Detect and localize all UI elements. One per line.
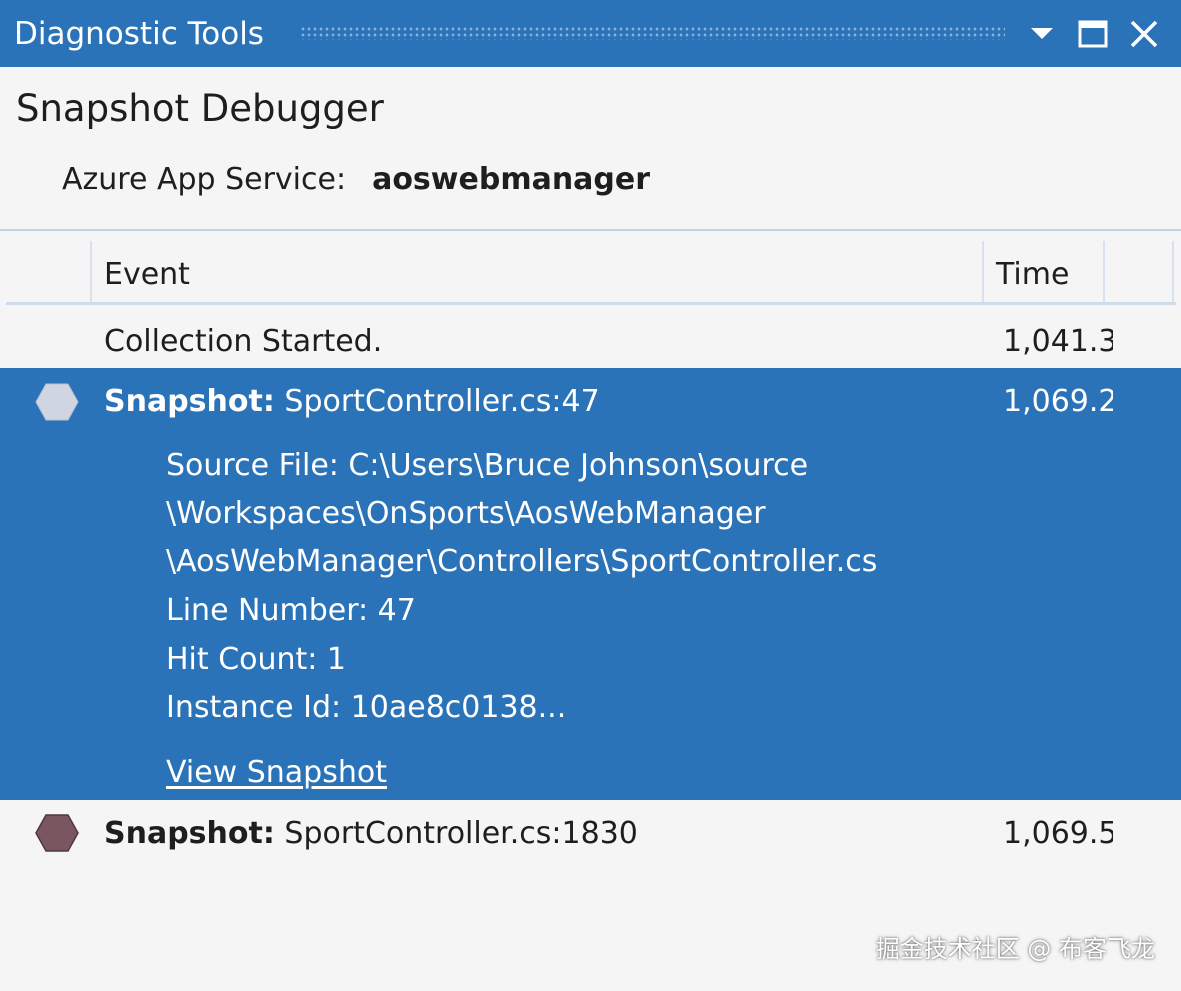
window-maximize-button[interactable] (1073, 12, 1113, 56)
column-header-event[interactable]: Event (104, 255, 190, 295)
detail-source-file: Source File: C:\Users\Bruce Johnson\sour… (166, 448, 809, 483)
column-header-time[interactable]: Time (996, 255, 1069, 295)
column-separator (1172, 241, 1174, 305)
event-text: Snapshot: SportController.cs:1830 (104, 812, 638, 856)
watermark: 掘金技术社区 @ 布客飞龙 (875, 935, 1155, 963)
titlebar-grip[interactable] (300, 26, 1005, 40)
detail-source-file-cont: \AosWebManager\Controllers\SportControll… (166, 544, 878, 579)
event-text: Collection Started. (104, 324, 383, 359)
panel-heading: Snapshot Debugger (16, 87, 384, 130)
snapshot-hexagon-icon (35, 814, 79, 852)
detail-line-number: Line Number: 47 (166, 593, 416, 628)
detail-hit-count: Hit Count: 1 (166, 642, 347, 677)
event-time: 1,069.2 (1003, 384, 1113, 419)
window-title: Diagnostic Tools (14, 16, 264, 52)
event-row-snapshot-selected[interactable]: Snapshot: SportController.cs:47 1,069.2 … (0, 368, 1181, 800)
column-separator[interactable] (1103, 241, 1105, 305)
column-separator[interactable] (982, 241, 984, 305)
event-row-snapshot[interactable]: Snapshot: SportController.cs:1830 1,069.… (0, 810, 1181, 860)
detail-instance-id: Instance Id: 10ae8c0138... (166, 690, 567, 725)
service-info: Azure App Service: aoswebmanager (62, 158, 650, 202)
window-close-button[interactable] (1124, 12, 1164, 56)
event-text: Snapshot: SportController.cs:47 (104, 380, 600, 424)
snapshot-hexagon-icon (35, 383, 79, 421)
chevron-down-icon (1031, 28, 1053, 39)
event-row-collection-started[interactable]: Collection Started. 1,041.3 (0, 318, 1181, 368)
section-divider (0, 229, 1181, 231)
service-label: Azure App Service: (62, 162, 347, 197)
view-snapshot-link[interactable]: View Snapshot (166, 751, 387, 795)
header-bottom-border (6, 302, 1176, 305)
event-time: 1,069.5 (1003, 816, 1113, 851)
maximize-icon (1078, 20, 1108, 48)
grid-header: Event Time (0, 241, 1181, 305)
event-kind-label: Snapshot: (104, 816, 275, 851)
service-name: aoswebmanager (372, 162, 651, 197)
close-icon (1130, 20, 1158, 48)
column-separator[interactable] (90, 241, 92, 305)
window-titlebar: Diagnostic Tools (0, 0, 1181, 67)
window-dropdown-button[interactable] (1022, 12, 1062, 56)
detail-source-file-cont: \Workspaces\OnSports\AosWebManager (166, 496, 766, 531)
event-location: SportController.cs:1830 (284, 816, 638, 851)
event-kind-label: Snapshot: (104, 384, 275, 419)
event-location: SportController.cs:47 (284, 384, 600, 419)
event-time: 1,041.3 (1003, 324, 1113, 359)
